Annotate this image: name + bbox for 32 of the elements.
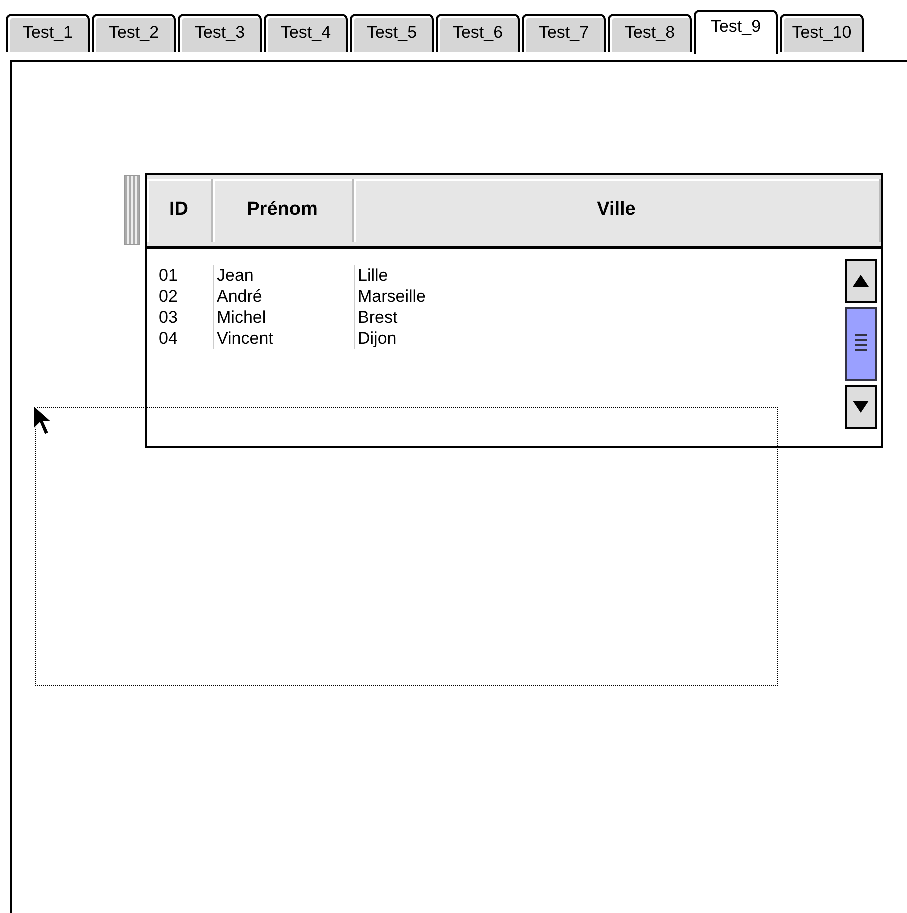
table-cell: Michel (217, 308, 266, 327)
down-arrow-icon (853, 401, 869, 413)
table-cell: 01 (159, 266, 178, 285)
tab[interactable]: Test_3 (178, 14, 262, 52)
scroll-thumb[interactable] (845, 307, 877, 381)
tab[interactable]: Test_10 (780, 14, 864, 52)
table-cell: André (217, 287, 262, 306)
up-arrow-icon (853, 275, 869, 287)
tab[interactable]: Test_6 (436, 14, 520, 52)
table-cell: Jean (217, 266, 254, 285)
column-grip[interactable] (124, 175, 140, 245)
table-cell: 04 (159, 329, 178, 348)
scroll-down-button[interactable] (845, 385, 877, 429)
cursor-icon (33, 405, 53, 436)
column-header[interactable]: Ville (354, 179, 881, 242)
table-cell: Lille (358, 266, 388, 285)
table-cell: Marseille (358, 287, 426, 306)
scroll-up-button[interactable] (845, 259, 877, 303)
column-header[interactable]: Prénom (213, 179, 354, 242)
table-cell: Dijon (358, 329, 397, 348)
tab[interactable]: Test_1 (6, 14, 90, 52)
table-cell: Brest (358, 308, 398, 327)
tab[interactable]: Test_7 (522, 14, 606, 52)
table-cell: 02 (159, 287, 178, 306)
tab[interactable]: Test_8 (608, 14, 692, 52)
tab[interactable]: Test_2 (92, 14, 176, 52)
table-cell: Vincent (217, 329, 274, 348)
column-header[interactable]: ID (147, 179, 213, 242)
table-cell: 03 (159, 308, 178, 327)
tab[interactable]: Test_5 (350, 14, 434, 52)
tab[interactable]: Test_9 (694, 10, 778, 54)
tab[interactable]: Test_4 (264, 14, 348, 52)
